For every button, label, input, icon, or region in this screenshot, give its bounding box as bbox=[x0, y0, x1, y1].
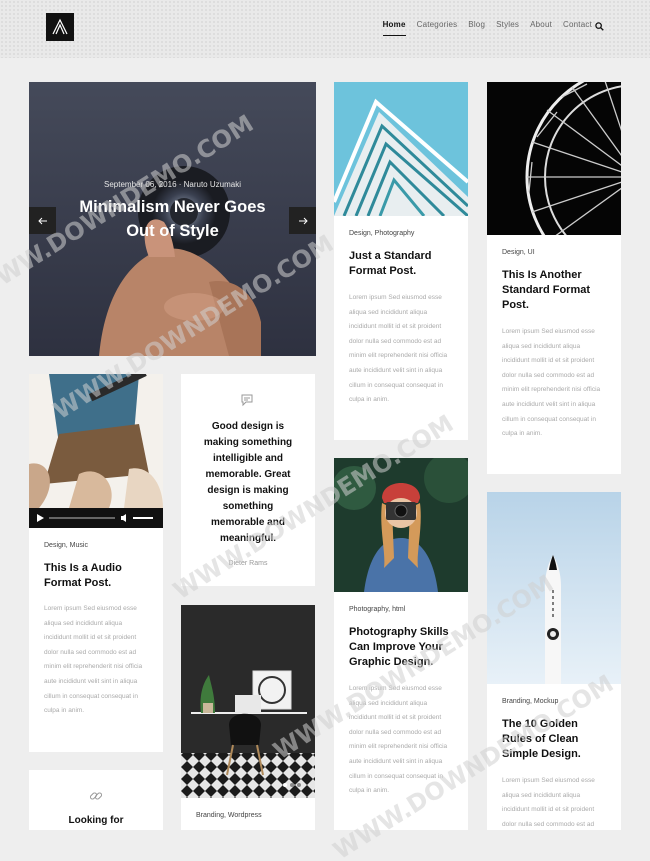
post-excerpt: Lorem ipsum Sed eiusmod esse aliqua sed … bbox=[349, 294, 448, 404]
audio-player[interactable] bbox=[29, 508, 163, 528]
audio-progress-bar[interactable] bbox=[49, 517, 115, 519]
post-excerpt: Lorem ipsum Sed eiusmod esse aliqua sed … bbox=[502, 328, 601, 438]
search-icon[interactable] bbox=[595, 22, 604, 31]
post-title[interactable]: Looking for bbox=[29, 815, 163, 826]
rocket-image bbox=[487, 492, 621, 684]
post-category[interactable]: Branding, Wordpress bbox=[196, 812, 262, 819]
nav-categories[interactable]: Categories bbox=[417, 20, 458, 36]
post-category[interactable]: Design, UI bbox=[502, 249, 535, 256]
play-icon[interactable] bbox=[35, 513, 45, 523]
nav-about[interactable]: About bbox=[530, 20, 552, 36]
quote-text: Good design is making something intellig… bbox=[203, 421, 293, 544]
nav-contact[interactable]: Contact bbox=[563, 20, 592, 36]
nav-home[interactable]: Home bbox=[382, 20, 406, 36]
post-thumbnail[interactable] bbox=[29, 374, 163, 508]
post-excerpt: Lorem ipsum Sed eiusmod esse aliqua sed … bbox=[44, 605, 143, 715]
hero-meta: September 06, 2016 · Naruto Uzumaki bbox=[104, 180, 241, 189]
hero-slider[interactable]: September 06, 2016 · Naruto Uzumaki Mini… bbox=[29, 82, 316, 356]
nav-styles[interactable]: Styles bbox=[496, 20, 519, 36]
volume-icon[interactable] bbox=[120, 513, 130, 523]
post-category[interactable]: Design, Music bbox=[44, 542, 88, 549]
link-icon bbox=[89, 792, 103, 800]
post-excerpt: Lorem ipsum Sed eiusmod esse aliqua sed … bbox=[349, 685, 448, 795]
post-category[interactable]: Design, Photography bbox=[349, 230, 414, 237]
post-category[interactable]: Branding, Mockup bbox=[502, 698, 558, 705]
post-card-quote[interactable]: Good design is making something intellig… bbox=[181, 374, 315, 586]
arrow-left-icon bbox=[37, 217, 47, 224]
site-header: Home Categories Blog Styles About Contac… bbox=[0, 0, 650, 58]
quote-author: Dieter Rams bbox=[228, 560, 268, 567]
concert-image bbox=[29, 374, 163, 508]
workspace-image bbox=[181, 605, 315, 798]
post-thumbnail[interactable] bbox=[334, 458, 468, 592]
post-card-ferris[interactable]: Design, UI This Is Another Standard Form… bbox=[487, 82, 621, 474]
post-title[interactable]: The 10 Golden Rules of Clean Simple Desi… bbox=[502, 717, 609, 762]
next-slide-button[interactable] bbox=[289, 207, 316, 234]
ferris-wheel-image bbox=[487, 82, 621, 235]
post-card-link[interactable]: Looking for bbox=[29, 770, 163, 830]
hero-title[interactable]: Minimalism Never Goes Out of Style bbox=[65, 195, 280, 243]
post-thumbnail[interactable] bbox=[181, 605, 315, 798]
post-excerpt: Lorem ipsum Sed eiusmod esse aliqua sed … bbox=[502, 777, 595, 828]
post-card-audio[interactable]: Design, Music This Is a Audio Format Pos… bbox=[29, 374, 163, 752]
post-card-building[interactable]: Design, Photography Just a Standard Form… bbox=[334, 82, 468, 440]
post-title[interactable]: This Is Another Standard Format Post. bbox=[502, 268, 609, 313]
logo-icon[interactable] bbox=[46, 13, 74, 41]
prev-slide-button[interactable] bbox=[29, 207, 56, 234]
post-thumbnail[interactable] bbox=[487, 82, 621, 235]
nav-blog[interactable]: Blog bbox=[468, 20, 485, 36]
arrow-right-icon bbox=[298, 217, 308, 224]
main-nav: Home Categories Blog Styles About Contac… bbox=[382, 20, 592, 36]
post-thumbnail[interactable] bbox=[487, 492, 621, 684]
photographer-image bbox=[334, 458, 468, 592]
post-card-desk[interactable]: Branding, Wordpress bbox=[181, 605, 315, 830]
post-title[interactable]: This Is a Audio Format Post. bbox=[44, 561, 151, 591]
post-card-rocket[interactable]: Branding, Mockup The 10 Golden Rules of … bbox=[487, 492, 621, 830]
post-card-photo[interactable]: Photography, html Photography Skills Can… bbox=[334, 458, 468, 830]
building-image bbox=[334, 82, 468, 216]
post-category[interactable]: Photography, html bbox=[349, 606, 405, 613]
chat-icon bbox=[241, 394, 253, 407]
post-title[interactable]: Photography Skills Can Improve Your Grap… bbox=[349, 625, 456, 670]
post-thumbnail[interactable] bbox=[334, 82, 468, 216]
volume-slider[interactable] bbox=[133, 517, 153, 519]
post-title[interactable]: Just a Standard Format Post. bbox=[349, 249, 456, 279]
